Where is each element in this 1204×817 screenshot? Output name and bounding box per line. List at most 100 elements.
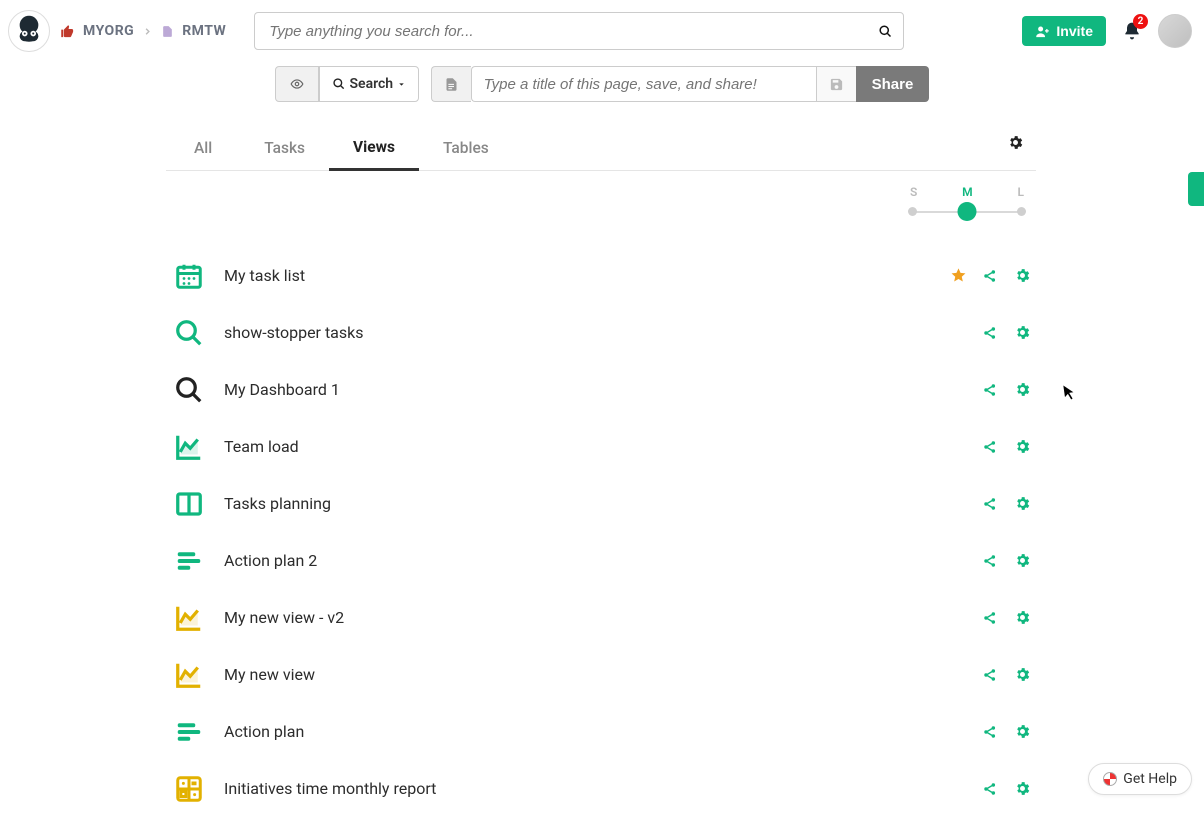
page-title-input[interactable] (471, 66, 816, 102)
view-row-actions (982, 666, 1036, 683)
search-dropdown-button[interactable]: Search (319, 66, 419, 102)
view-row-actions (982, 609, 1036, 626)
search-icon (172, 316, 206, 350)
share-icon[interactable] (982, 667, 1004, 683)
tabs-settings-button[interactable] (1007, 134, 1024, 151)
user-avatar[interactable] (1158, 14, 1192, 48)
share-icon[interactable] (982, 439, 1004, 455)
page-type-button[interactable] (431, 66, 471, 102)
search-icon (332, 77, 346, 91)
bars-icon (172, 544, 206, 578)
topbar-right: Invite 2 (1022, 14, 1192, 48)
view-row[interactable]: Tasks planning (166, 475, 1036, 532)
gear-icon (1007, 134, 1024, 151)
view-search-group: Search (275, 66, 419, 102)
thumbs-up-icon (60, 24, 75, 39)
invite-button[interactable]: Invite (1022, 16, 1106, 46)
share-icon[interactable] (982, 325, 1004, 341)
page-lines-icon (444, 76, 459, 93)
size-knob[interactable] (958, 202, 977, 221)
view-row-actions (982, 780, 1036, 797)
search-dropdown-label: Search (349, 76, 393, 92)
share-icon[interactable] (982, 496, 1004, 512)
view-name: My Dashboard 1 (224, 380, 964, 399)
size-tick-l[interactable] (1017, 207, 1026, 216)
notifications-button[interactable]: 2 (1122, 20, 1142, 42)
tab-tables[interactable]: Tables (419, 131, 513, 169)
share-button[interactable]: Share (856, 66, 930, 102)
view-row[interactable]: Initiatives time monthly report (166, 760, 1036, 817)
star-icon[interactable] (950, 267, 972, 284)
view-name: Action plan 2 (224, 551, 964, 570)
share-icon[interactable] (982, 382, 1004, 398)
chart-icon (172, 658, 206, 692)
page-icon (161, 24, 174, 39)
view-row[interactable]: My new view (166, 646, 1036, 703)
view-row-actions (982, 438, 1036, 455)
size-tick-s[interactable] (908, 207, 917, 216)
view-name: Tasks planning (224, 494, 964, 513)
tab-tasks[interactable]: Tasks (240, 131, 329, 169)
main-content: All Tasks Views Tables S M L My task lis… (166, 130, 1036, 817)
get-help-button[interactable]: Get Help (1088, 763, 1192, 795)
topbar: MYORG RMTW Invite 2 (0, 0, 1204, 58)
breadcrumb-org[interactable]: MYORG (83, 23, 134, 39)
breadcrumb: MYORG RMTW (60, 23, 226, 39)
share-icon[interactable] (982, 268, 1004, 284)
grid4-icon (172, 772, 206, 806)
gear-icon[interactable] (1014, 723, 1036, 740)
gear-icon[interactable] (1014, 267, 1036, 284)
view-row[interactable]: Action plan 2 (166, 532, 1036, 589)
size-label-m: M (962, 185, 973, 199)
right-edge-tab[interactable] (1188, 172, 1204, 206)
face-logo-icon (12, 14, 46, 48)
view-row[interactable]: Action plan (166, 703, 1036, 760)
size-label-s: S (910, 185, 917, 199)
view-row-actions (982, 324, 1036, 341)
columns-icon (172, 487, 206, 521)
caret-down-icon (397, 80, 406, 89)
size-slider[interactable]: S M L (908, 185, 1026, 223)
view-row-actions (982, 495, 1036, 512)
save-button[interactable] (816, 66, 856, 102)
notification-count: 2 (1133, 14, 1148, 29)
view-row[interactable]: My Dashboard 1 (166, 361, 1036, 418)
view-name: show-stopper tasks (224, 323, 964, 342)
view-row[interactable]: Team load (166, 418, 1036, 475)
size-slider-track[interactable] (908, 201, 1026, 223)
content-tabs: All Tasks Views Tables (166, 130, 1036, 171)
gear-icon[interactable] (1014, 780, 1036, 797)
calendar-icon (172, 259, 206, 293)
visibility-button[interactable] (275, 66, 319, 102)
tab-all[interactable]: All (166, 131, 240, 169)
search-icon[interactable] (878, 24, 893, 39)
share-icon[interactable] (982, 610, 1004, 626)
gear-icon[interactable] (1014, 495, 1036, 512)
save-icon (829, 77, 844, 92)
view-row[interactable]: My new view - v2 (166, 589, 1036, 646)
app-logo[interactable] (8, 10, 50, 52)
share-icon[interactable] (982, 781, 1004, 797)
chevron-right-icon (142, 26, 153, 37)
help-ring-icon (1103, 772, 1117, 786)
tab-views[interactable]: Views (329, 130, 419, 171)
get-help-label: Get Help (1123, 771, 1177, 787)
view-name: Team load (224, 437, 964, 456)
gear-icon[interactable] (1014, 552, 1036, 569)
view-row-actions (982, 381, 1036, 398)
view-row[interactable]: My task list (166, 247, 1036, 304)
share-icon[interactable] (982, 553, 1004, 569)
gear-icon[interactable] (1014, 381, 1036, 398)
size-label-l: L (1017, 185, 1024, 199)
eye-icon (288, 77, 306, 91)
gear-icon[interactable] (1014, 438, 1036, 455)
breadcrumb-page[interactable]: RMTW (182, 23, 226, 39)
global-search-input[interactable] (269, 23, 878, 40)
gear-icon[interactable] (1014, 666, 1036, 683)
gear-icon[interactable] (1014, 609, 1036, 626)
title-share-group: Share (431, 66, 930, 102)
share-icon[interactable] (982, 724, 1004, 740)
global-search[interactable] (254, 12, 904, 50)
gear-icon[interactable] (1014, 324, 1036, 341)
view-row[interactable]: show-stopper tasks (166, 304, 1036, 361)
